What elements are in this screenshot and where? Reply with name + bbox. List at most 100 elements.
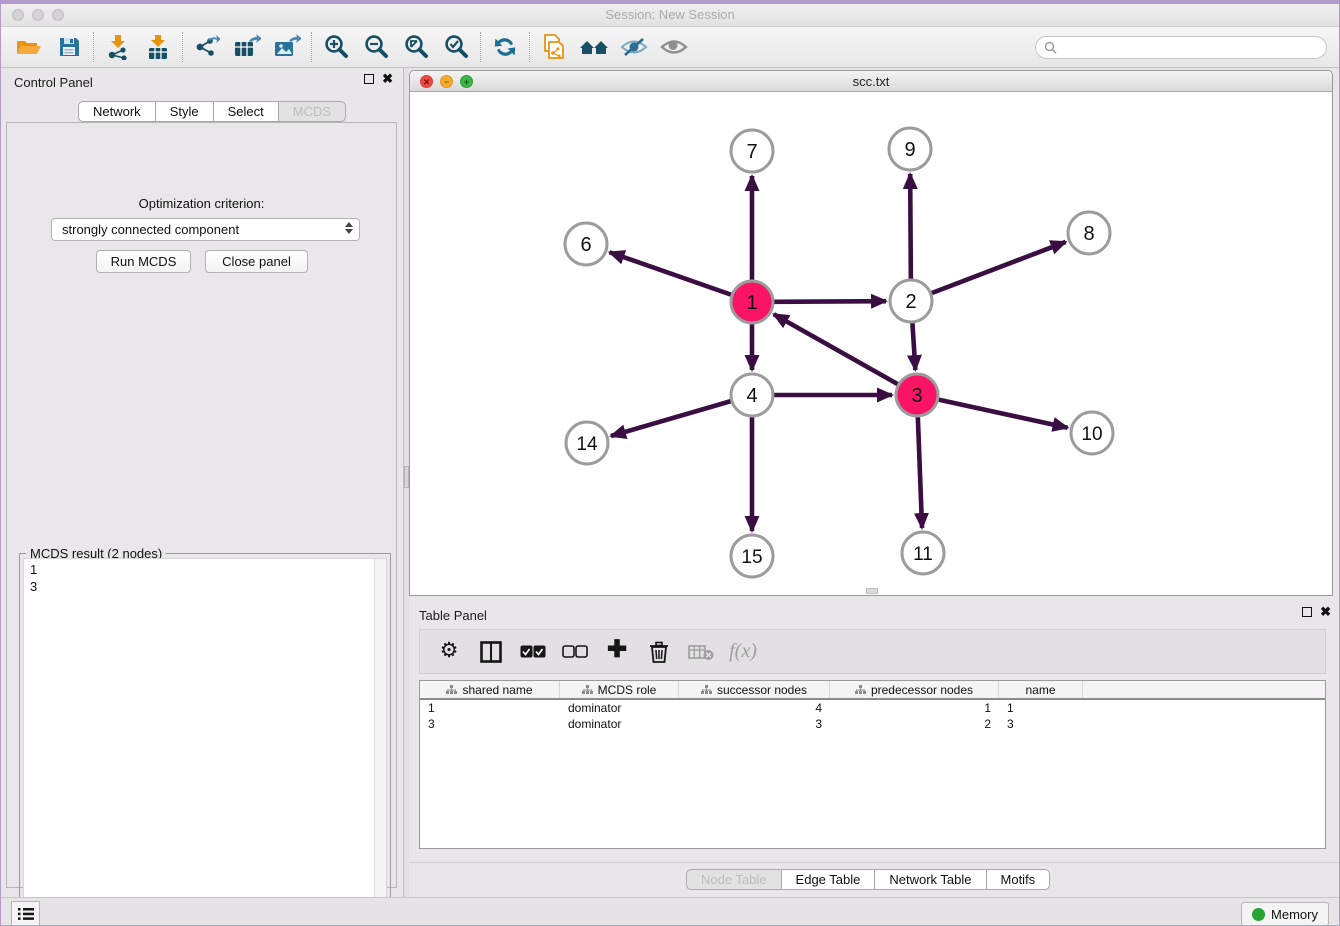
app-titlebar: Session: New Session <box>1 4 1339 27</box>
close-panel-button[interactable]: Close panel <box>205 250 308 273</box>
app-title: Session: New Session <box>1 7 1339 22</box>
control-panel-header: Control Panel ✖ <box>1 68 403 94</box>
edge-2-8[interactable] <box>932 242 1066 293</box>
control-panel: Control Panel ✖ NetworkStyleSelectMCDS O… <box>1 68 403 897</box>
canvas-resize-grip[interactable] <box>866 588 878 594</box>
export-image-icon <box>273 34 301 60</box>
memory-status-icon <box>1252 908 1265 921</box>
table-cell[interactable]: 1 <box>420 700 560 716</box>
tab-network[interactable]: Network <box>78 101 156 122</box>
node-label-11: 11 <box>913 544 933 565</box>
table-panel-title: Table Panel <box>419 608 487 623</box>
close-table-panel-icon[interactable]: ✖ <box>1320 607 1331 617</box>
edge-3-10[interactable] <box>938 400 1067 428</box>
table-cell[interactable]: 2 <box>830 716 999 732</box>
delete-table-icon <box>688 643 714 661</box>
column-header-successor-nodes[interactable]: successor nodes <box>679 681 830 698</box>
network-graph[interactable]: 7968124314101511 <box>410 92 1332 595</box>
edge-3-1[interactable] <box>774 314 898 384</box>
table-tab-network-table[interactable]: Network Table <box>875 869 986 890</box>
zoom-selected-button[interactable] <box>436 30 476 64</box>
zoom-in-icon <box>323 34 349 60</box>
show-all-button[interactable] <box>654 30 694 64</box>
run-mcds-button[interactable]: Run MCDS <box>96 250 191 273</box>
table-tab-edge-table[interactable]: Edge Table <box>782 869 876 890</box>
table-cell[interactable]: 4 <box>679 700 830 716</box>
import-network-button[interactable] <box>98 30 138 64</box>
edge-4-14[interactable] <box>611 401 731 436</box>
clone-network-button[interactable] <box>534 30 574 64</box>
node-label-8: 8 <box>1083 223 1094 245</box>
export-table-button[interactable] <box>227 30 267 64</box>
optimization-criterion-dropdown[interactable]: strongly connected component <box>51 218 360 241</box>
network-canvas[interactable]: 7968124314101511 <box>410 92 1332 595</box>
column-header-shared-name[interactable]: shared name <box>420 681 560 698</box>
network-window-titlebar[interactable]: ✕ − + scc.txt <box>410 71 1332 92</box>
first-neighbors-button[interactable] <box>574 30 614 64</box>
hide-selected-button[interactable] <box>614 30 654 64</box>
export-image-button[interactable] <box>267 30 307 64</box>
table-cell[interactable]: dominator <box>560 716 679 732</box>
node-label-2: 2 <box>905 291 916 313</box>
node-label-10: 10 <box>1081 424 1102 445</box>
table-row[interactable]: 1dominator411 <box>420 700 1325 716</box>
delete-table-button <box>682 634 720 670</box>
table-cell[interactable]: 3 <box>420 716 560 732</box>
zoom-fit-icon <box>403 34 429 60</box>
edge-1-2[interactable] <box>774 301 886 302</box>
result-scrollbar[interactable] <box>374 559 386 926</box>
tab-select[interactable]: Select <box>214 101 279 122</box>
save-session-icon <box>57 35 81 59</box>
mcds-tab-panel: Optimization criterion: strongly connect… <box>6 122 397 888</box>
zoom-fit-button[interactable] <box>396 30 436 64</box>
float-panel-icon[interactable] <box>364 74 374 84</box>
table-tab-motifs[interactable]: Motifs <box>987 869 1051 890</box>
task-history-button[interactable] <box>11 901 40 926</box>
mcds-result-area[interactable]: 1 3 <box>23 558 387 926</box>
clone-network-icon <box>541 33 567 61</box>
node-table[interactable]: shared nameMCDS rolesuccessor nodesprede… <box>419 680 1326 849</box>
node-label-7: 7 <box>746 141 757 163</box>
table-row[interactable]: 3dominator323 <box>420 716 1325 732</box>
add-column-icon: ✚ <box>607 640 627 663</box>
gear-button[interactable]: ⚙ <box>430 634 468 670</box>
table-cell[interactable]: 1 <box>830 700 999 716</box>
float-table-panel-icon[interactable] <box>1302 607 1312 617</box>
show-all-icon <box>660 36 688 58</box>
memory-button[interactable]: Memory <box>1241 902 1329 926</box>
table-cell[interactable]: 3 <box>679 716 830 732</box>
export-network-button[interactable] <box>187 30 227 64</box>
tab-mcds[interactable]: MCDS <box>279 101 346 122</box>
edge-2-9[interactable] <box>910 174 911 279</box>
zoom-in-button[interactable] <box>316 30 356 64</box>
table-cell[interactable]: dominator <box>560 700 679 716</box>
table-cell[interactable]: 3 <box>999 716 1083 732</box>
delete-column-button[interactable] <box>640 634 678 670</box>
column-header-MCDS-role[interactable]: MCDS role <box>560 681 679 698</box>
refresh-layout-button[interactable] <box>485 30 525 64</box>
zoom-out-button[interactable] <box>356 30 396 64</box>
column-header-predecessor-nodes[interactable]: predecessor nodes <box>830 681 999 698</box>
edge-3-11[interactable] <box>918 417 922 528</box>
node-label-1: 1 <box>746 292 757 314</box>
edge-1-6[interactable] <box>610 252 732 294</box>
search-box[interactable] <box>1035 36 1327 59</box>
application-window: Session: New Session Control Panel ✖ Net… <box>0 0 1340 926</box>
add-column-button[interactable]: ✚ <box>598 634 636 670</box>
open-session-button[interactable] <box>9 30 49 64</box>
optimization-criterion-label: Optimization criterion: <box>7 196 396 211</box>
save-session-button[interactable] <box>49 30 89 64</box>
column-layout-button[interactable] <box>472 634 510 670</box>
search-input[interactable] <box>1062 40 1326 56</box>
close-panel-icon[interactable]: ✖ <box>382 74 393 84</box>
deselect-all-button[interactable] <box>556 634 594 670</box>
toolbar-separator <box>311 32 312 62</box>
edge-2-3[interactable] <box>912 323 915 370</box>
table-cell[interactable]: 1 <box>999 700 1083 716</box>
import-table-button[interactable] <box>138 30 178 64</box>
table-tab-node-table[interactable]: Node Table <box>686 869 782 890</box>
column-header-name[interactable]: name <box>999 681 1083 698</box>
zoom-out-icon <box>363 34 389 60</box>
select-all-button[interactable] <box>514 634 552 670</box>
tab-style[interactable]: Style <box>156 101 214 122</box>
